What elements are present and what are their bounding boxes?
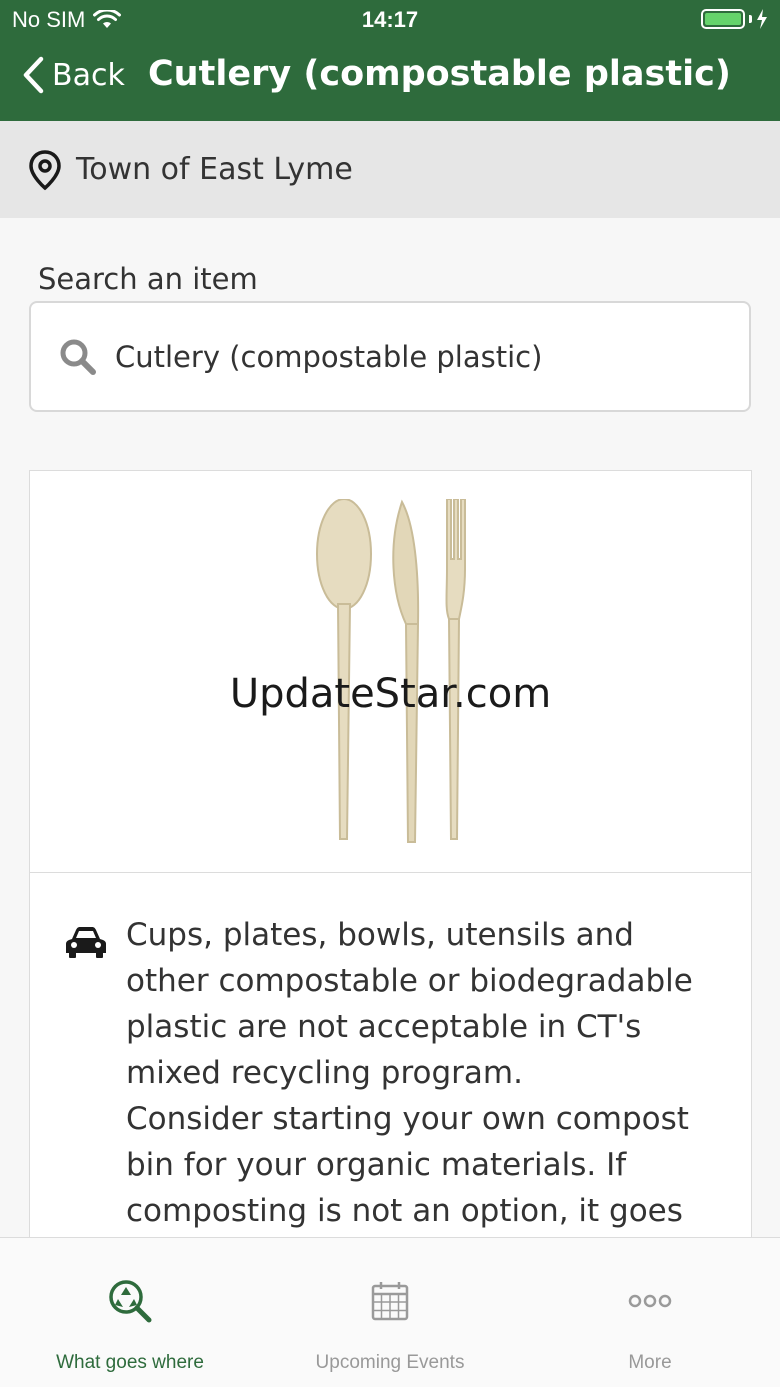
tab-bar: What goes where Upcoming Events More xyxy=(0,1237,780,1387)
location-pin-icon xyxy=(29,149,61,190)
tab-label: What goes where xyxy=(56,1352,204,1373)
recycle-search-icon xyxy=(109,1280,152,1323)
navigation-bar: Back Cutlery (compostable plastic) xyxy=(0,48,780,108)
status-bar: No SIM 14:17 xyxy=(0,0,780,40)
more-dots-icon xyxy=(628,1294,672,1308)
car-icon xyxy=(66,927,106,958)
location-bar[interactable]: Town of East Lyme xyxy=(0,121,780,218)
location-name: Town of East Lyme xyxy=(76,152,353,187)
item-card: UpdateStar.com Cups, plates, bowls, uten… xyxy=(29,470,752,1270)
search-box[interactable] xyxy=(29,301,751,412)
tab-more[interactable]: More xyxy=(520,1238,780,1387)
search-icon xyxy=(60,339,96,375)
battery-indicator xyxy=(701,9,768,29)
calendar-icon xyxy=(371,1282,409,1321)
disposal-info: Cups, plates, bowls, utensils and other … xyxy=(30,874,751,1234)
search-input[interactable] xyxy=(115,339,675,374)
back-label: Back xyxy=(52,57,125,93)
tab-label: Upcoming Events xyxy=(315,1352,465,1373)
tab-upcoming-events[interactable]: Upcoming Events xyxy=(260,1238,520,1387)
chevron-left-icon xyxy=(23,56,44,94)
disposal-description: Cups, plates, bowls, utensils and other … xyxy=(126,912,716,1234)
search-label: Search an item xyxy=(38,262,258,296)
tab-label: More xyxy=(628,1352,672,1373)
description-paragraph: Cups, plates, bowls, utensils and other … xyxy=(126,917,693,1091)
item-image: UpdateStar.com xyxy=(30,471,751,873)
description-paragraph: Consider starting your own compost bin f… xyxy=(126,1101,689,1229)
status-time: 14:17 xyxy=(361,7,419,32)
charging-bolt-icon xyxy=(757,9,767,29)
page-title: Cutlery (compostable plastic) xyxy=(148,54,731,94)
watermark-text: UpdateStar.com xyxy=(229,671,552,717)
app-header: No SIM 14:17 Back Cutlery (compostable p… xyxy=(0,0,780,121)
back-button[interactable]: Back xyxy=(22,56,125,94)
battery-icon xyxy=(701,9,745,29)
tab-what-goes-where[interactable]: What goes where xyxy=(0,1238,260,1387)
